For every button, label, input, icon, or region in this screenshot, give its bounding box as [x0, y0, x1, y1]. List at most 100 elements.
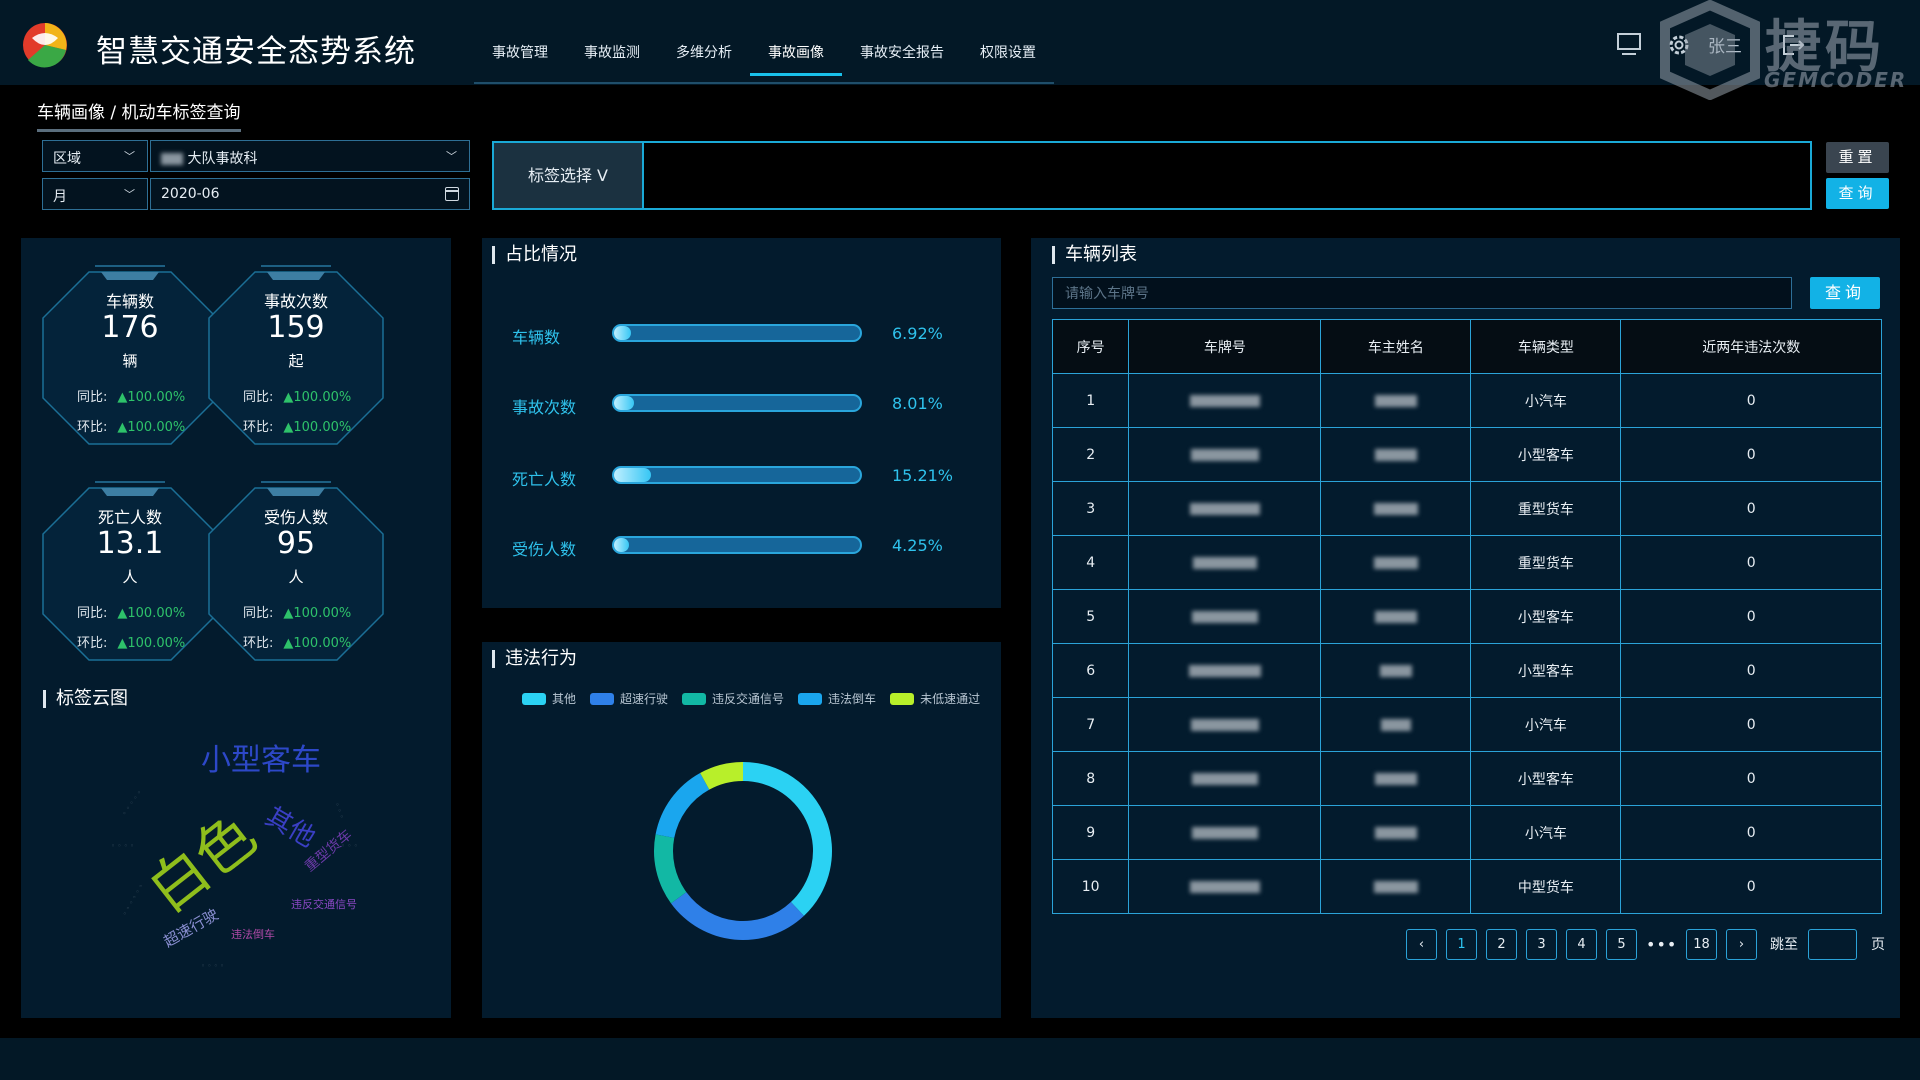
- redacted-owner: [1374, 610, 1417, 623]
- nav-tab[interactable]: 事故安全报告: [842, 30, 962, 76]
- redacted-plate: [1189, 502, 1260, 515]
- vehicle-type-cell: 小汽车: [1470, 697, 1622, 752]
- table-row[interactable]: 3 重型货车 0: [1051, 481, 1882, 536]
- legend-swatch: [522, 692, 546, 705]
- plate-search-input[interactable]: [1052, 277, 1792, 309]
- donut-slice[interactable]: [743, 762, 832, 916]
- stat-label: 死亡人数: [97, 508, 162, 527]
- vehicle-type-cell: 中型货车: [1470, 859, 1622, 914]
- chart-legend: 其他 超速行驶 违反交通信号 违法倒车 未低速通过: [522, 690, 994, 707]
- yoy-value: ▲100.00%: [117, 606, 186, 621]
- ratio-value: 15.21%: [892, 466, 954, 485]
- ratio-title: 占比情况: [492, 246, 577, 264]
- query-button[interactable]: 查询: [1826, 178, 1889, 209]
- stat-label: 事故次数: [263, 292, 328, 311]
- owner-cell: [1320, 697, 1472, 752]
- area-value-select[interactable]: 大队事故科 ﹀: [150, 140, 470, 172]
- stat-value: 13.1: [96, 526, 164, 561]
- vehicle-list-title: 车辆列表: [1052, 246, 1137, 264]
- nav-tab[interactable]: 多维分析: [658, 30, 750, 76]
- svg-text:◦ ◦ ◦: ◦ ◦ ◦: [341, 842, 358, 850]
- row-index: 6: [1051, 643, 1130, 698]
- period-select[interactable]: 月 ﹀: [42, 178, 148, 210]
- page-button[interactable]: 3: [1526, 928, 1557, 960]
- donut-slice[interactable]: [654, 834, 687, 904]
- ratio-value: 6.92%: [892, 324, 943, 343]
- owner-cell: [1320, 643, 1472, 698]
- page-button[interactable]: 18: [1686, 928, 1717, 960]
- svg-text:◦ ◦ ◦: ◦ ◦ ◦: [332, 801, 345, 820]
- owner-cell: [1320, 373, 1472, 428]
- table-row[interactable]: 9 小汽车 0: [1051, 805, 1882, 860]
- yoy-label: 同比:: [77, 606, 108, 621]
- table-row[interactable]: 5 小型客车 0: [1051, 589, 1882, 644]
- mom-value: ▲100.00%: [283, 420, 352, 435]
- violations-title: 违法行为: [492, 650, 577, 668]
- user-name[interactable]: 张三: [1708, 32, 1742, 57]
- table-row[interactable]: 6 小型客车 0: [1051, 643, 1882, 698]
- yoy-value: ▲100.00%: [117, 390, 186, 405]
- redacted-plate: [1192, 556, 1257, 569]
- legend-item[interactable]: 未低速通过: [890, 690, 980, 707]
- redacted-plate: [1189, 880, 1260, 893]
- tag-selection-box[interactable]: 标签选择 V: [492, 141, 1812, 210]
- table-row[interactable]: 4 重型货车 0: [1051, 535, 1882, 590]
- legend-item[interactable]: 其他: [522, 690, 576, 707]
- legend-item[interactable]: 违法倒车: [798, 690, 876, 707]
- legend-item[interactable]: 超速行驶: [590, 690, 668, 707]
- table-row[interactable]: 7 小汽车 0: [1051, 697, 1882, 752]
- reset-button[interactable]: 重置: [1826, 142, 1889, 173]
- violations-panel: 违法行为 其他 超速行驶 违反交通信号 违法倒车 未低速通过: [482, 642, 1001, 1018]
- watermark-subtext: GEMCODER: [1764, 68, 1908, 92]
- vehicle-type-cell: 小型客车: [1470, 589, 1622, 644]
- app-title: 智慧交通安全态势系统: [96, 34, 416, 70]
- page-button[interactable]: 4: [1566, 928, 1597, 960]
- date-picker[interactable]: 2020-06: [150, 178, 470, 210]
- violation-count-cell: 0: [1620, 697, 1882, 752]
- owner-cell: [1320, 805, 1472, 860]
- tag-select-button[interactable]: 标签选择 V: [494, 143, 644, 208]
- area-select-label: 区域: [53, 151, 81, 167]
- page-button[interactable]: 1: [1446, 928, 1477, 960]
- jump-page-input[interactable]: [1808, 928, 1857, 960]
- legend-label: 超速行驶: [620, 692, 669, 706]
- legend-item[interactable]: 违反交通信号: [682, 690, 784, 707]
- gear-icon[interactable]: [1666, 32, 1692, 58]
- page-ellipsis[interactable]: •••: [1646, 935, 1676, 954]
- next-page-button[interactable]: ›: [1726, 928, 1757, 960]
- plate-cell: [1128, 697, 1322, 752]
- plate-cell: [1128, 859, 1322, 914]
- svg-text:◦ ◦ ◦ ◦ ◦: ◦ ◦ ◦ ◦ ◦: [120, 789, 144, 818]
- stat-card: 车辆数 176 辆同比: ▲100.00% 环比: ▲100.00%: [39, 258, 221, 458]
- table-row[interactable]: 2 小型客车 0: [1051, 427, 1882, 482]
- vehicle-type-cell: 小型客车: [1470, 751, 1622, 806]
- page-button[interactable]: 5: [1606, 928, 1637, 960]
- owner-cell: [1320, 589, 1472, 644]
- nav-tab[interactable]: 权限设置: [962, 30, 1054, 76]
- footer-bar: [0, 1038, 1920, 1080]
- nav-tab[interactable]: 事故管理: [474, 30, 566, 76]
- redacted-owner: [1374, 826, 1417, 839]
- monitor-icon[interactable]: [1616, 32, 1642, 56]
- yoy-label: 同比:: [243, 606, 274, 621]
- ratio-row: 事故次数 8.01%: [512, 392, 952, 417]
- table-row[interactable]: 8 小型客车 0: [1051, 751, 1882, 806]
- prev-page-button[interactable]: ‹: [1406, 928, 1437, 960]
- mom-label: 环比:: [77, 420, 108, 435]
- donut-slice[interactable]: [670, 892, 804, 940]
- donut-slice[interactable]: [655, 773, 710, 838]
- mom-label: 环比:: [243, 420, 274, 435]
- tag-word: 违法倒车: [231, 927, 275, 941]
- nav-tab[interactable]: 事故画像: [750, 30, 842, 76]
- table-row[interactable]: 1 小汽车 0: [1051, 373, 1882, 428]
- table-row[interactable]: 10 中型货车 0: [1051, 859, 1882, 914]
- violation-count-cell: 0: [1620, 859, 1882, 914]
- legend-swatch: [682, 692, 707, 705]
- nav-tab[interactable]: 事故监测: [566, 30, 658, 76]
- page-button[interactable]: 2: [1486, 928, 1517, 960]
- plate-query-button[interactable]: 查询: [1810, 277, 1880, 309]
- vehicle-type-cell: 小汽车: [1470, 805, 1622, 860]
- ratio-bar: [612, 394, 862, 412]
- area-select[interactable]: 区域 ﹀: [42, 140, 148, 172]
- plate-cell: [1128, 481, 1322, 536]
